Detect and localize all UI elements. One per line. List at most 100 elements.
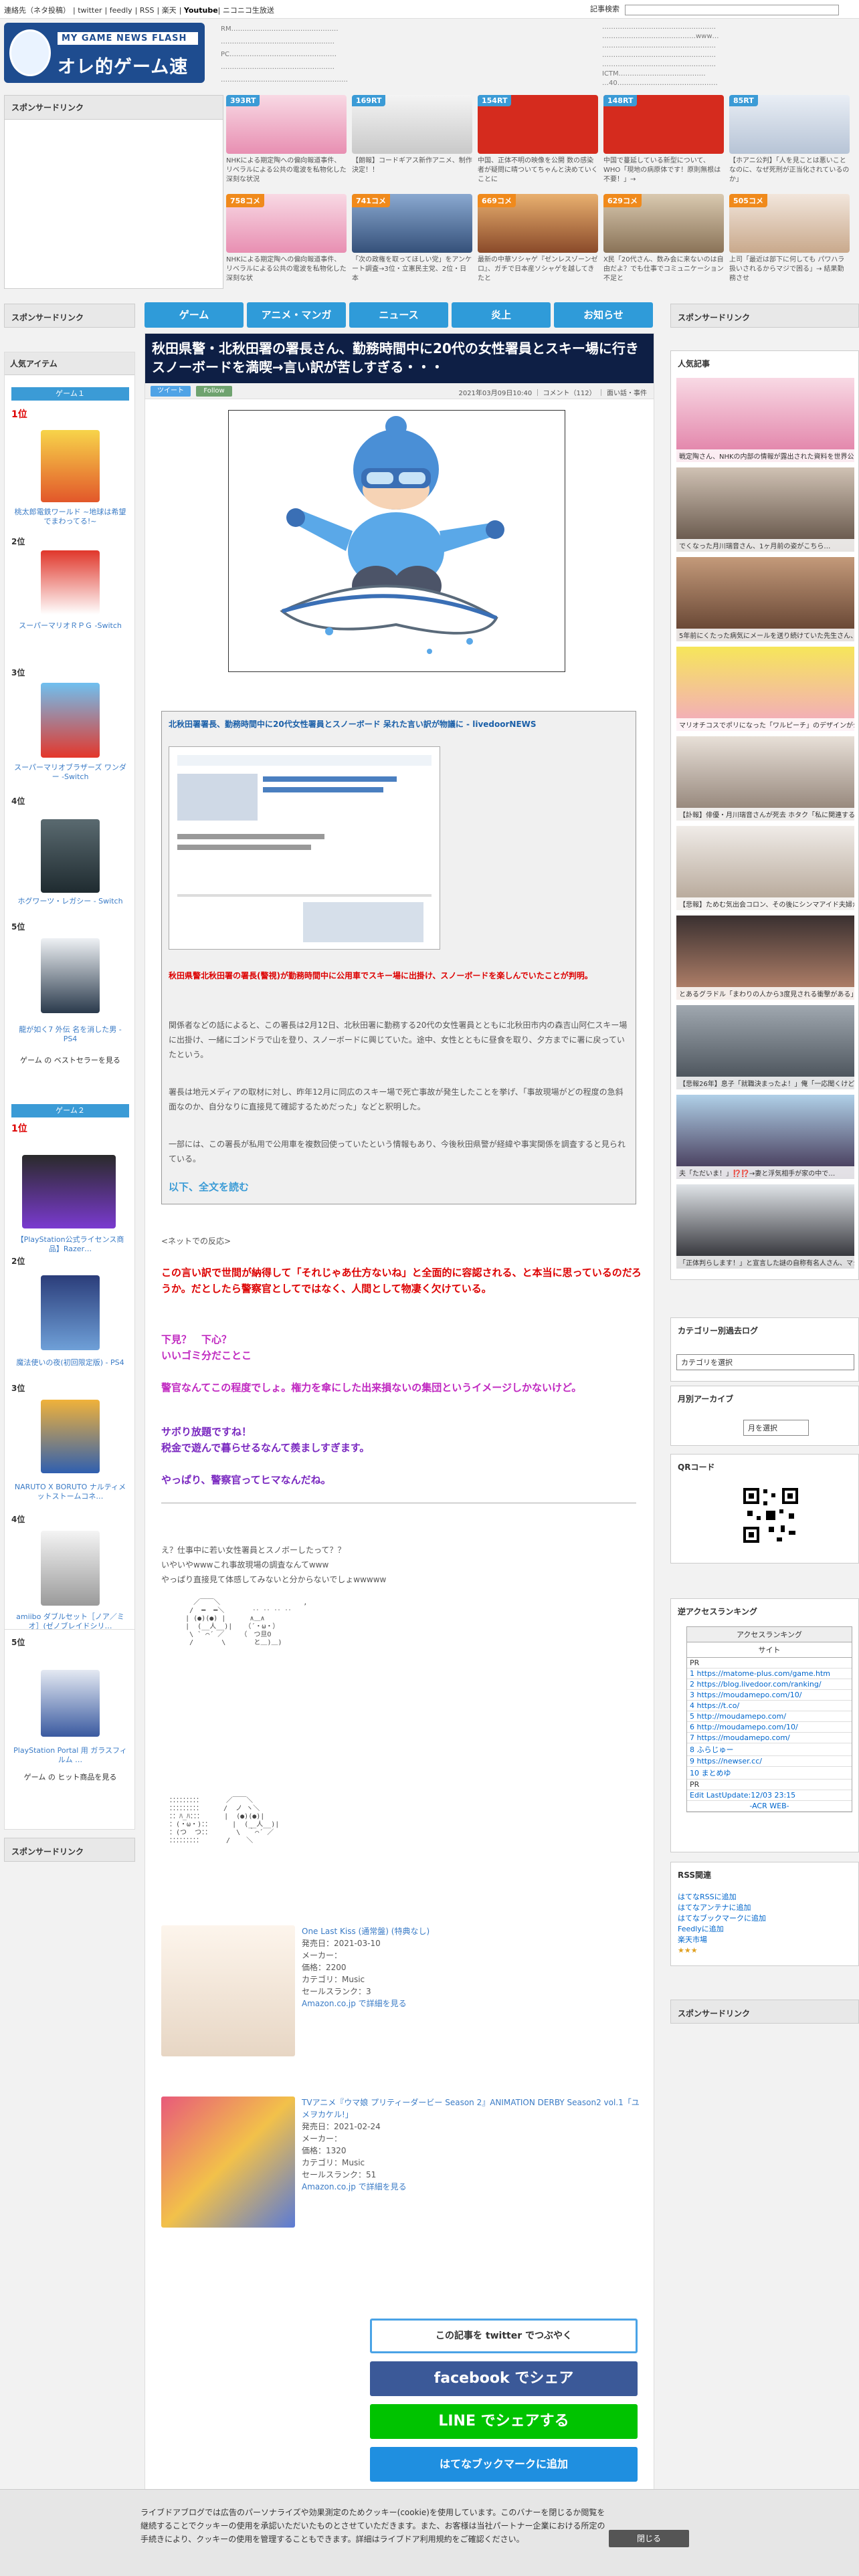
- follow-button[interactable]: Follow: [196, 386, 232, 397]
- rss-link[interactable]: 楽天市場: [678, 1935, 766, 1945]
- ranking-row[interactable]: Edit LastUpdate:12/03 23:15: [687, 1790, 852, 1801]
- ranking-row[interactable]: 7 https://moudamepo.com/: [687, 1733, 852, 1743]
- rss-link[interactable]: はてなRSSに追加: [678, 1892, 766, 1903]
- product-image[interactable]: [41, 938, 100, 1013]
- headline-item[interactable]: ICTM…………………………………: [602, 70, 850, 79]
- popular-article[interactable]: でくなった月川瑞音さん、1ヶ月前の姿がこちら…: [676, 467, 854, 552]
- hatena-bookmark-button[interactable]: はてなブックマークに追加: [370, 2447, 638, 2482]
- nav-game[interactable]: ゲーム: [145, 302, 244, 328]
- top-link-feedly[interactable]: feedly: [110, 6, 132, 15]
- product-title[interactable]: TVアニメ『ウマ娘 プリティーダービー Season 2』ANIMATION D…: [302, 2097, 643, 2121]
- product-image[interactable]: [41, 1275, 100, 1350]
- product-title[interactable]: One Last Kiss (通常盤) (特典なし): [302, 1925, 643, 1937]
- nav-anime-manga[interactable]: アニメ・マンガ: [247, 302, 346, 328]
- headline-item[interactable]: ……………………………………………: [602, 41, 850, 51]
- product-title[interactable]: 魔法使いの夜(初回限定版) - PS4: [11, 1358, 129, 1368]
- amazon-link[interactable]: Amazon.co.jp で詳細を見る: [302, 1998, 643, 2010]
- ranking-row[interactable]: 6 http://moudamepo.com/10/: [687, 1722, 852, 1733]
- article-title[interactable]: 秋田県警・北秋田署の署長さん、勤務時間中に20代の女性署員とスキー場に行きスノー…: [145, 334, 654, 383]
- nav-enjou[interactable]: 炎上: [452, 302, 551, 328]
- product-title[interactable]: NARUTO X BORUTO ナルティメットストームコネ…: [11, 1483, 129, 1501]
- amazon-link[interactable]: Amazon.co.jp で詳細を見る: [302, 2181, 643, 2193]
- ranking-row[interactable]: 4 https://t.co/: [687, 1701, 852, 1711]
- headline-item[interactable]: PC…………………………………………: [221, 48, 468, 61]
- thumb-card[interactable]: 154RT 中国、正体不明の映像を公開 数の感染者が疑問に晴ついてちゃんと決めて…: [478, 95, 598, 189]
- product-image[interactable]: [41, 1670, 100, 1737]
- headline-item[interactable]: ……………………………………………: [221, 35, 468, 48]
- top-link-niconico[interactable]: ニコニコ生放送: [223, 6, 274, 15]
- month-select[interactable]: 月を選択: [743, 1420, 809, 1436]
- thumb-card[interactable]: 758コメ NHKによる期定陶への偏向報道事件、リベラルによる公共の電波を私物化…: [226, 194, 347, 288]
- ranking-row[interactable]: 1 https://matome-plus.com/game.htm: [687, 1669, 852, 1679]
- headline-item[interactable]: …40………………………………………: [602, 79, 850, 88]
- ranking-row[interactable]: 8 ふらじゅー: [687, 1743, 852, 1756]
- headline-item[interactable]: RM…………………………………………: [221, 23, 468, 35]
- product-image[interactable]: [41, 1400, 100, 1473]
- ranking-row[interactable]: 10 まとめゆ: [687, 1767, 852, 1780]
- popular-article[interactable]: とあるグラドル「まわりの人から3度見される衝撃がある」: [676, 916, 854, 1000]
- popular-article[interactable]: 【訃報】俳優・月川瑞音さんが死去 ホタク「私に関連する日曜」の勤事務管理で: [676, 736, 854, 821]
- top-link-contact[interactable]: 連絡先（ネタ投稿）: [4, 6, 70, 15]
- popular-article[interactable]: マリオチコスでポリになった「ワルピーチ」のデザインが公開される！問題点は: [676, 647, 854, 731]
- site-logo[interactable]: MY GAME NEWS FLASH オレ的ゲーム速報@JIN: [4, 23, 205, 83]
- popular-article[interactable]: 【悲報】ためむ気出会コロン、その後にシンマアイド夫婦か、解散時に亡くなる: [676, 826, 854, 910]
- product-title[interactable]: スーパーマリオブラザーズ ワンダー -Switch: [11, 763, 129, 782]
- thumb-card[interactable]: 169RT 【朗報】コードギアス新作アニメ、制作決定！！: [352, 95, 472, 189]
- popular-article[interactable]: 「正体判らします！」と宣言した謎の自称有名人さん、マジで本名が…: [676, 1184, 854, 1269]
- popular-article[interactable]: 5年前にくたった病気にメールを送り続けていた先生さん、ある日、来るはずもない"3…: [676, 557, 854, 641]
- top-link-youtube[interactable]: Youtube: [184, 6, 218, 15]
- product-title[interactable]: amiibo ダブルセット［ノア／ミオ］(ゼノブレイドシリ…: [11, 1612, 129, 1631]
- bestseller-link[interactable]: ゲーム の ベストセラーを見る: [11, 1055, 129, 1065]
- quote-title[interactable]: 北秋田署署長、勤務時間中に20代女性署員とスノーボード 呆れた言い訳が物議に -…: [169, 718, 537, 730]
- ranking-row[interactable]: 2 https://blog.livedoor.com/ranking/: [687, 1679, 852, 1690]
- product-image[interactable]: [41, 683, 100, 758]
- line-share-button[interactable]: LINE でシェアする: [370, 2404, 638, 2439]
- cookie-close-button[interactable]: 閉じる: [609, 2530, 689, 2547]
- product-image[interactable]: [41, 550, 100, 615]
- thumb-card[interactable]: 629コメ X民「20代さん、数み会に来ないのは自由だよ？でも仕事でコミュニケー…: [603, 194, 724, 288]
- headline-item[interactable]: ……………………………………………: [221, 61, 468, 74]
- top-link-rss[interactable]: RSS: [140, 6, 155, 15]
- nav-news[interactable]: ニュース: [349, 302, 448, 328]
- product-image[interactable]: [41, 1531, 100, 1606]
- top-link-rakuten[interactable]: 楽天: [162, 6, 177, 15]
- search-input[interactable]: [624, 4, 839, 15]
- read-more-link[interactable]: 以下、全文を読む: [169, 1180, 249, 1194]
- rss-link[interactable]: Feedlyに追加: [678, 1924, 766, 1935]
- headline-item[interactable]: ……………………………………………: [602, 23, 850, 32]
- headline-item[interactable]: ……………………………………………: [602, 60, 850, 70]
- thumb-card[interactable]: 669コメ 最新の中華ソシャゲ『ゼンレスゾーンゼロ』、ガチで日本産ソシャゲを越し…: [478, 194, 598, 288]
- tweet-button[interactable]: ツイート: [151, 386, 191, 397]
- top-link-twitter[interactable]: twitter: [78, 6, 102, 15]
- product-image[interactable]: [41, 819, 100, 893]
- popular-article[interactable]: 【悲報26年】息子「就職決まったよ！」俺「一応聞くけど...」: [676, 1005, 854, 1089]
- product-title[interactable]: ホグワーツ・レガシー - Switch: [11, 897, 129, 906]
- headline-item[interactable]: ……………………………………www…: [602, 32, 850, 41]
- headline-item[interactable]: …………………………………………………: [221, 74, 468, 86]
- thumb-card[interactable]: 741コメ 「次の政権を取ってほしい党」をアンケート調査→3位・立憲民主党、2位…: [352, 194, 472, 288]
- product-title[interactable]: 桃太郎電鉄ワールド ~地球は希望でまわってる!~: [11, 508, 129, 526]
- thumb-card[interactable]: 505コメ 上司「最近は部下に何しても パワハラ扱いされるからマジで困る」→ 結…: [729, 194, 850, 288]
- ranking-row[interactable]: -ACR WEB-: [687, 1801, 852, 1812]
- ranking-row[interactable]: 3 https://moudamepo.com/10/: [687, 1690, 852, 1701]
- nav-notice[interactable]: お知らせ: [554, 302, 653, 328]
- rss-link[interactable]: はてなアンテナに追加: [678, 1903, 766, 1913]
- product-title[interactable]: スーパーマリオＲＰＧ -Switch: [11, 621, 129, 631]
- category-select[interactable]: カテゴリを選択: [676, 1354, 854, 1370]
- product-image[interactable]: [41, 430, 100, 502]
- product-title[interactable]: 龍が如く7 外伝 名を消した男 - PS4: [11, 1025, 129, 1044]
- headline-item[interactable]: ……………………………………………: [602, 51, 850, 60]
- ranking-row[interactable]: 5 http://moudamepo.com/: [687, 1711, 852, 1722]
- hit-products-link[interactable]: ゲーム の ヒット商品を見る: [11, 1772, 129, 1782]
- thumb-card[interactable]: 85RT 【ホアニ公判】「人を見ことは悪いことなのに、なぜ死刑が正当化されている…: [729, 95, 850, 189]
- product-image[interactable]: [22, 1155, 116, 1228]
- ranking-row[interactable]: 9 https://newser.cc/: [687, 1756, 852, 1767]
- twitter-share-button[interactable]: この記事を twitter でつぶやく: [370, 2319, 638, 2353]
- product-title[interactable]: 【PlayStation公式ライセンス商品】Razer…: [11, 1235, 129, 1254]
- thumb-card[interactable]: 393RT NHKによる期定陶への偏向報道事件、リベラルによる公共の電波を私物化…: [226, 95, 347, 189]
- popular-article[interactable]: 夫「ただいま！」⁉️⁉️→妻と浮気相手が家の中で…: [676, 1095, 854, 1179]
- popular-article[interactable]: 戦定陶さん、NHKの内部の情報が露出された資料を世界公開→マジで異質になりかねな…: [676, 378, 854, 462]
- rss-link[interactable]: はてなブックマークに追加: [678, 1913, 766, 1924]
- product-title[interactable]: PlayStation Portal 用 ガラスフィルム …: [11, 1746, 129, 1765]
- facebook-share-button[interactable]: facebook でシェア: [370, 2361, 638, 2396]
